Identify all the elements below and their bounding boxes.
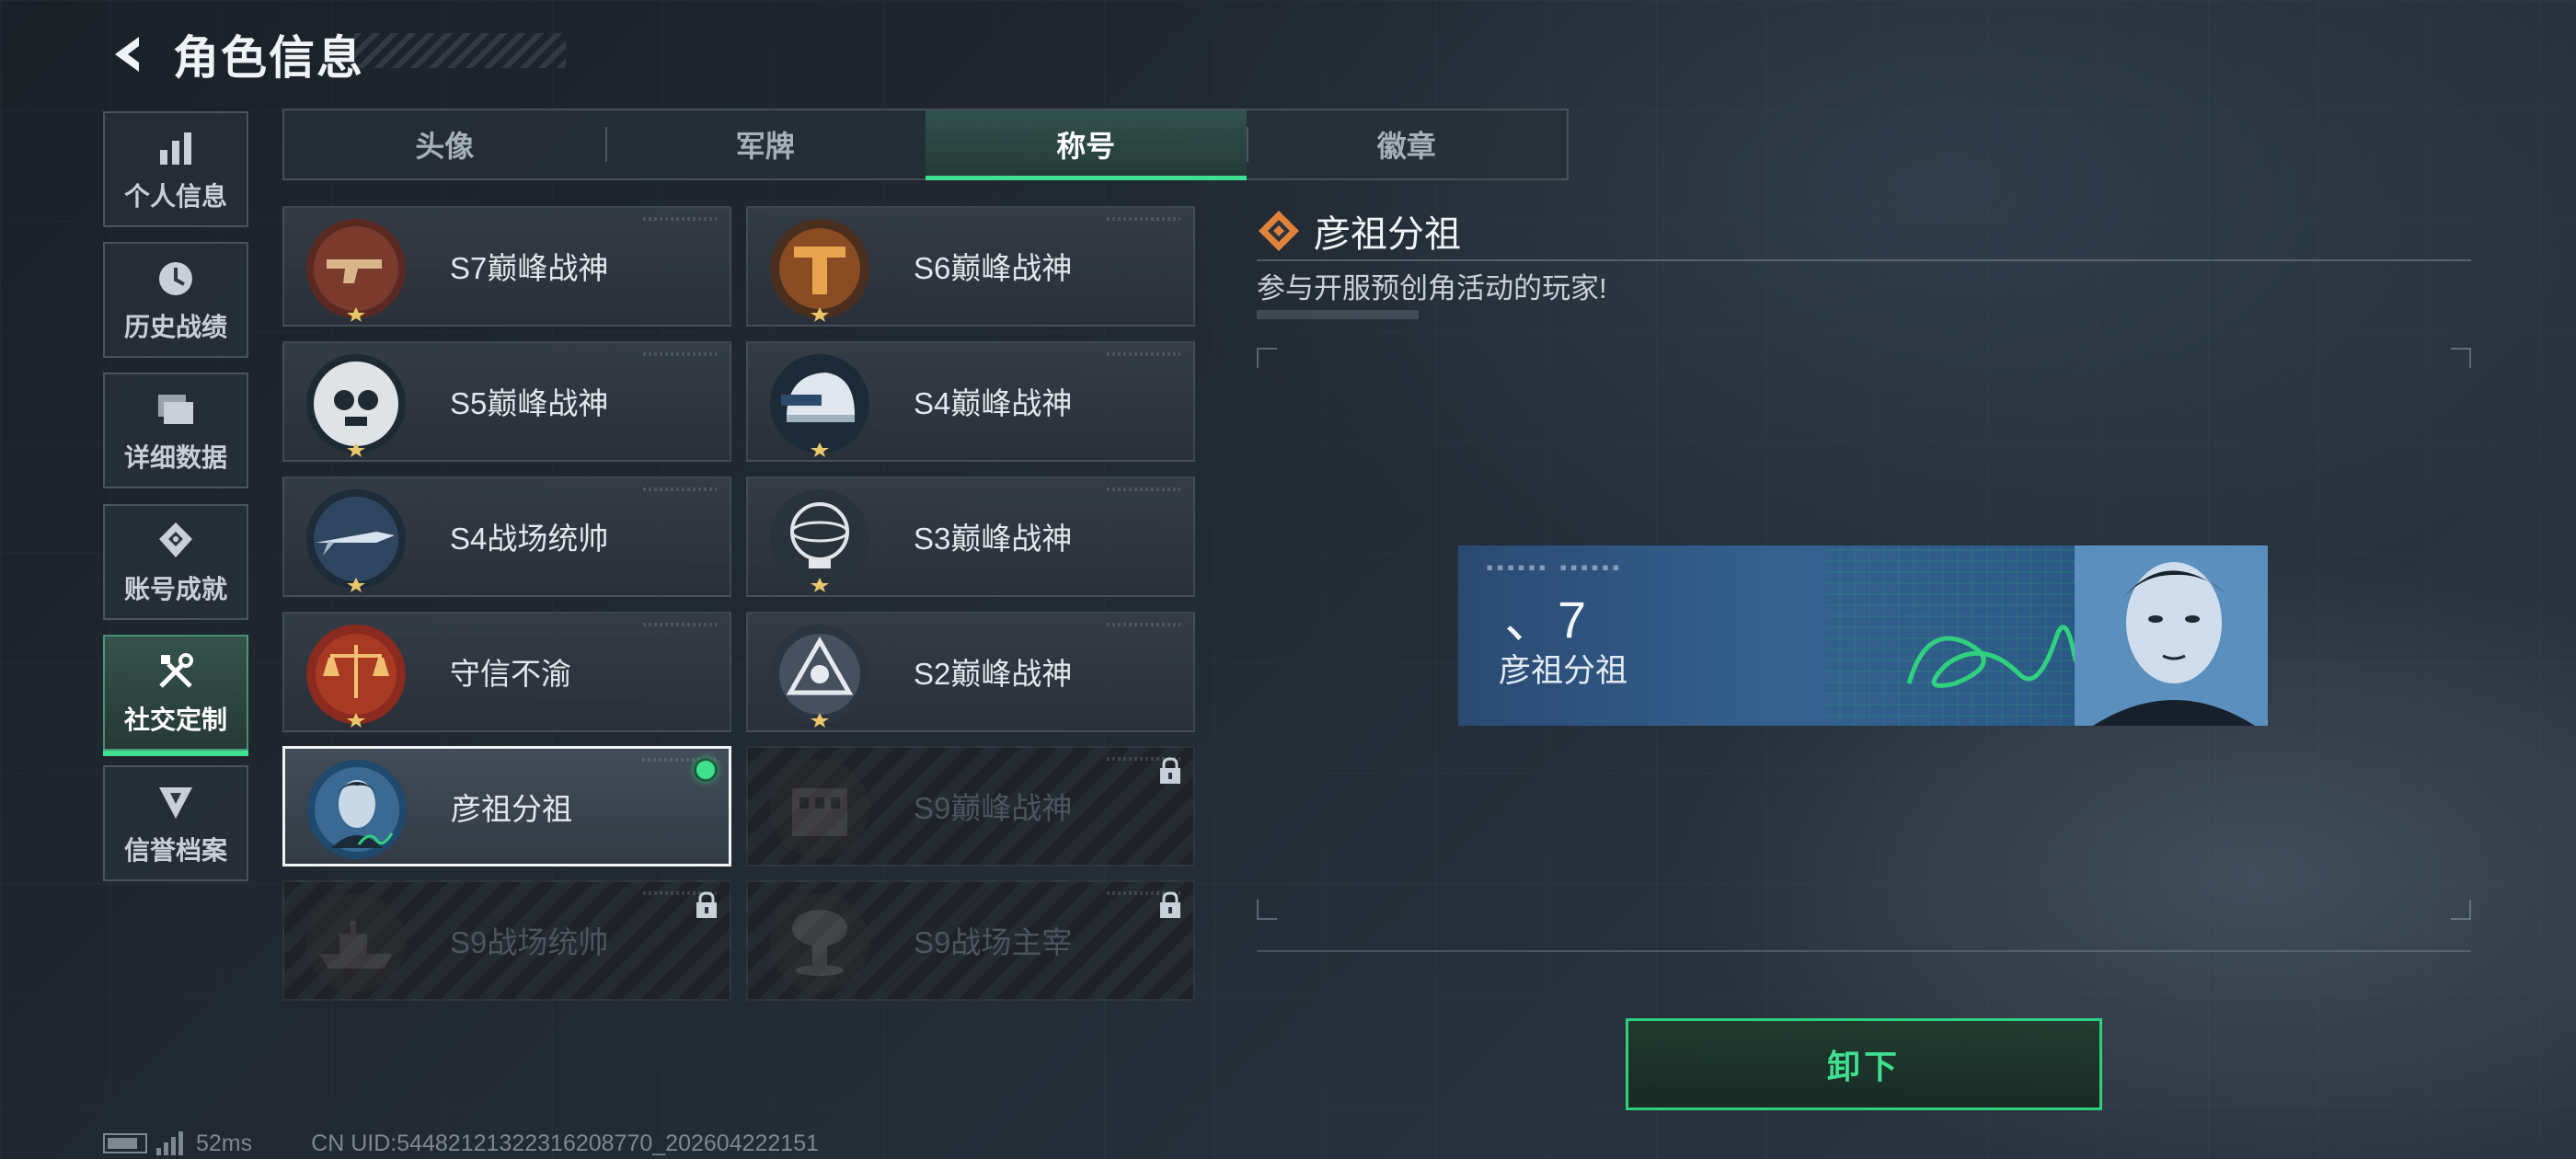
status-bar: 52ms CN UID:544821213223​16208770_202604…: [103, 1130, 819, 1157]
preview-code-decoration: ▪▪▪▪▪▪ ▪▪▪▪▪▪: [1486, 560, 1623, 575]
sidebar-item-label: 账号成就: [123, 575, 227, 603]
title-card[interactable]: S4巅峰战神: [746, 341, 1195, 462]
battery-icon: [103, 1133, 147, 1153]
building-emblem-icon: [770, 759, 869, 858]
bar-chart-icon: [157, 125, 194, 171]
detail-description: 参与开服预创角活动的玩家!: [1257, 272, 1607, 304]
title-label: S3巅峰战神: [914, 522, 1073, 556]
title-card-locked[interactable]: S9巅峰战神: [746, 746, 1195, 866]
pistol-emblem-icon: [306, 219, 406, 322]
detail-title: 彦祖分祖: [1314, 214, 1461, 255]
title-card-selected[interactable]: 彦祖分祖: [282, 746, 731, 866]
skull-emblem-icon: [306, 354, 406, 457]
title-label: S9巅峰战神: [914, 791, 1073, 825]
title-label: 守信不渝: [450, 657, 571, 691]
back-arrow-icon[interactable]: [101, 27, 156, 82]
warship-emblem-icon: [306, 893, 406, 993]
sidebar-item-battle-history[interactable]: 历史战绩: [103, 242, 248, 358]
triangle-emblem-icon: [770, 625, 869, 728]
title-label: S2巅峰战神: [914, 657, 1073, 691]
folder-icon: [155, 386, 197, 432]
title-card[interactable]: S7巅峰战神: [282, 206, 731, 327]
title-card[interactable]: S2巅峰战神: [746, 612, 1195, 732]
sidebar-item-label: 个人信息: [123, 182, 227, 211]
sidebar-item-personal-info[interactable]: 个人信息: [103, 111, 248, 227]
tab-title[interactable]: 称号: [926, 110, 1247, 180]
title-card[interactable]: 守信不渝: [282, 612, 731, 732]
preview-title-name: 彦祖分祖: [1499, 653, 1628, 689]
unequip-button[interactable]: 卸下: [1626, 1018, 2102, 1110]
title-card[interactable]: S5巅峰战神: [282, 341, 731, 462]
title-label: 彦祖分祖: [451, 792, 572, 826]
title-label: S6巅峰战神: [914, 251, 1073, 285]
lock-icon: [1160, 757, 1180, 784]
clock-icon: [155, 256, 196, 302]
uid-text: CN UID:544821213223​16208770_20260422215…: [311, 1130, 820, 1156]
signal-icon: [156, 1131, 183, 1155]
sidebar-item-social-custom[interactable]: 社交定制: [103, 635, 248, 756]
sidebar-item-label: 社交定制: [123, 706, 227, 734]
tab-dog-tag[interactable]: 军牌: [604, 110, 926, 178]
equipped-indicator-icon: [694, 758, 718, 782]
globe-emblem-icon: [770, 489, 869, 592]
detail-header: 彦祖分祖: [1257, 202, 2471, 261]
latency-text: 52ms: [196, 1130, 253, 1156]
missile-emblem-icon: [306, 489, 406, 592]
tab-avatar[interactable]: 头像: [284, 110, 605, 178]
page-header: 角色信息: [101, 22, 364, 86]
page-title: 角色信息: [173, 32, 364, 84]
helmet-emblem-icon: [770, 354, 869, 457]
title-card[interactable]: S6巅峰战神: [746, 206, 1195, 327]
sidebar-item-achievements[interactable]: 账号成就: [103, 504, 248, 620]
title-label: S9战场统帅: [450, 925, 609, 959]
sidebar-item-reputation[interactable]: 信誉档案: [103, 765, 248, 881]
preview-season: 、7: [1504, 591, 1589, 648]
sidebar-item-label: 历史战绩: [123, 313, 227, 341]
lock-icon: [1160, 891, 1180, 918]
title-card-locked[interactable]: S9战场主宰: [746, 880, 1195, 1001]
title-label: S9战场主宰: [914, 925, 1073, 959]
tools-icon: [155, 648, 196, 694]
title-label: S4战场统帅: [450, 522, 609, 556]
title-preview-card: ▪▪▪▪▪▪ ▪▪▪▪▪▪ 、7 彦祖分祖: [1458, 545, 2268, 726]
bronze-t-emblem-icon: [770, 219, 869, 322]
title-card-locked[interactable]: S9战场统帅: [282, 880, 731, 1001]
sidebar-item-label: 信誉档案: [123, 836, 227, 865]
lock-icon: [696, 891, 717, 918]
title-label: S4巅峰战神: [914, 386, 1073, 420]
achievement-icon: [155, 518, 196, 564]
portrait-emblem-icon: [307, 760, 407, 859]
title-card[interactable]: S3巅峰战神: [746, 476, 1195, 597]
scales-emblem-icon: [306, 625, 406, 728]
title-diamond-icon: [1259, 211, 1299, 251]
tab-badge[interactable]: 徽章: [1246, 110, 1568, 178]
title-hatch-decoration: [354, 33, 566, 68]
title-label: S7巅峰战神: [450, 251, 609, 285]
portrait-image: [2075, 545, 2268, 726]
shield-icon: [155, 779, 196, 825]
sidebar-item-detailed-data[interactable]: 详细数据: [103, 373, 248, 488]
title-card[interactable]: S4战场统帅: [282, 476, 731, 597]
signature-icon: [1906, 618, 2099, 688]
description-decoration: [1257, 310, 1419, 319]
sidebar-item-label: 详细数据: [123, 443, 227, 472]
category-tabs: 头像 军牌 称号 徽章: [282, 109, 1569, 180]
title-label: S5巅峰战神: [450, 386, 609, 420]
mushroom-cloud-emblem-icon: [770, 893, 869, 993]
